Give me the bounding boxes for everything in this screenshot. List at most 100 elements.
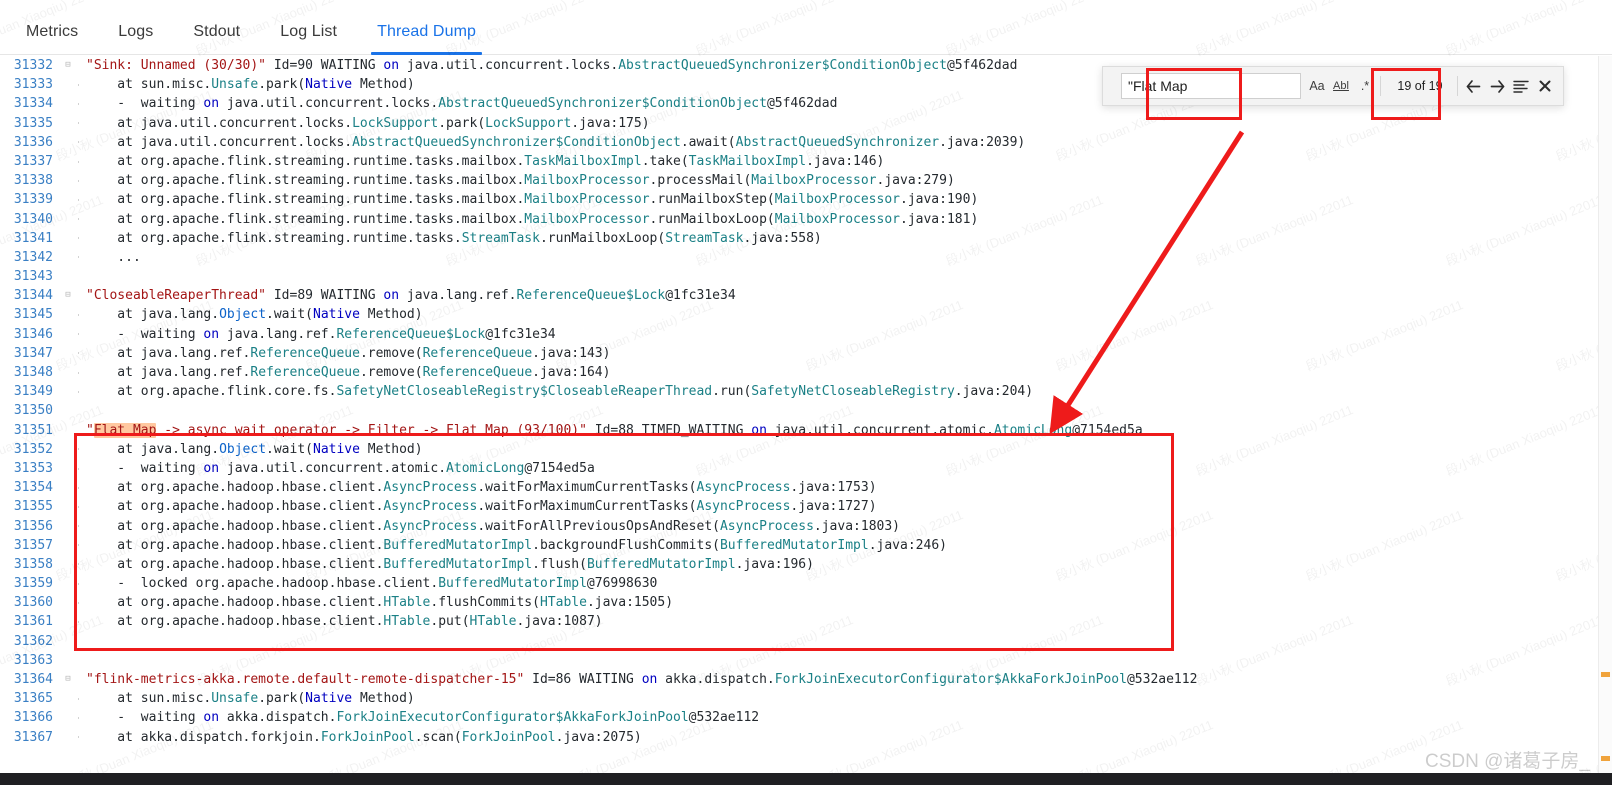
code-line[interactable]: 31355 at org.apache.hadoop.hbase.client.… bbox=[0, 497, 1608, 516]
tab-thread-dump[interactable]: Thread Dump bbox=[357, 23, 496, 55]
code-line[interactable]: 31361 at org.apache.hadoop.hbase.client.… bbox=[0, 612, 1608, 631]
code-text: "CloseableReaperThread" Id=89 WAITING on… bbox=[84, 286, 736, 305]
match-case-icon[interactable]: Aa bbox=[1305, 74, 1329, 98]
code-token: .flush( bbox=[532, 556, 587, 572]
code-line[interactable]: 31354 at org.apache.hadoop.hbase.client.… bbox=[0, 478, 1608, 497]
code-line[interactable]: 31365 at sun.misc.Unsafe.park(Native Met… bbox=[0, 689, 1608, 708]
line-number: 31333 bbox=[13, 77, 53, 93]
code-token: SafetyNetCloseableRegistry$CloseableReap… bbox=[336, 384, 713, 400]
code-line[interactable]: 31346 - waiting on java.lang.ref.Referen… bbox=[0, 325, 1608, 344]
code-token: at java.lang. bbox=[86, 307, 220, 323]
code-token: .java:181) bbox=[900, 211, 979, 227]
code-text: at java.util.concurrent.locks.LockSuppor… bbox=[84, 114, 649, 133]
code-line[interactable]: 31345 at java.lang.Object.wait(Native Me… bbox=[0, 305, 1608, 324]
find-input[interactable] bbox=[1128, 78, 1294, 94]
code-token: .java:2075) bbox=[555, 729, 642, 745]
code-token: .java:164) bbox=[532, 365, 611, 380]
line-number: 31359 bbox=[13, 576, 53, 592]
tab-log-list[interactable]: Log List bbox=[260, 23, 357, 54]
code-token: ForkJoinPool bbox=[461, 729, 556, 745]
code-line[interactable]: 31353 - waiting on java.util.concurrent.… bbox=[0, 459, 1608, 478]
code-token: LockSupport bbox=[352, 115, 439, 131]
fold-toggle-icon[interactable]: ⊟ bbox=[62, 286, 74, 305]
code-token: @1fc31e34 bbox=[485, 326, 556, 342]
code-line[interactable]: 31351 "Flat Map -> async wait operator ->… bbox=[0, 421, 1608, 440]
code-line[interactable]: 31339 at org.apache.flink.streaming.runt… bbox=[0, 190, 1608, 209]
code-text: ... bbox=[84, 248, 141, 267]
code-token: - waiting bbox=[86, 326, 204, 342]
code-line[interactable]: 31342 ... bbox=[0, 248, 1608, 267]
tab-stdout[interactable]: Stdout bbox=[173, 23, 260, 54]
code-token: TaskMailboxImpl bbox=[524, 153, 642, 169]
code-token: ... bbox=[86, 249, 141, 265]
code-line[interactable]: 31350 bbox=[0, 401, 1608, 420]
code-token: at java.lang.ref. bbox=[86, 365, 251, 380]
code-line[interactable]: 31344 ⊟ "CloseableReaperThread" Id=89 WAIT… bbox=[0, 286, 1608, 305]
code-token: BufferedMutatorImpl bbox=[719, 537, 869, 553]
code-text: at org.apache.flink.core.fs.SafetyNetClo… bbox=[84, 382, 1033, 401]
previous-match-icon[interactable] bbox=[1461, 74, 1485, 98]
code-token: .runMailboxStep( bbox=[649, 192, 775, 208]
code-token: Native bbox=[305, 77, 353, 93]
code-line[interactable]: 31348 at java.lang.ref.ReferenceQueue.re… bbox=[0, 363, 1608, 382]
code-line[interactable]: 31357 at org.apache.hadoop.hbase.client.… bbox=[0, 536, 1608, 555]
code-token: StreamTask bbox=[461, 230, 540, 246]
code-token: AsyncProcess bbox=[383, 480, 478, 496]
code-line[interactable]: 31358 at org.apache.hadoop.hbase.client.… bbox=[0, 555, 1608, 574]
find-widget[interactable]: Aa Abl .* 19 of 19 bbox=[1102, 66, 1564, 106]
code-line[interactable]: 31366 - waiting on akka.dispatch.ForkJoi… bbox=[0, 708, 1608, 727]
find-match-count: 19 of 19 bbox=[1397, 79, 1443, 93]
code-line[interactable]: 31337 at org.apache.flink.streaming.runt… bbox=[0, 152, 1608, 171]
code-token: on bbox=[203, 710, 220, 726]
code-token: at org.apache.flink.streaming.runtime.ta… bbox=[86, 192, 525, 208]
find-input-wrapper[interactable] bbox=[1121, 73, 1301, 99]
code-line[interactable]: 31364 ⊟ "flink-metrics-akka.remote.default… bbox=[0, 670, 1608, 689]
code-text: "Flat Map -> async wait operator -> Filt… bbox=[84, 421, 1143, 440]
code-line[interactable]: 31360 at org.apache.hadoop.hbase.client.… bbox=[0, 593, 1608, 612]
code-token: on bbox=[383, 288, 400, 304]
code-text: - waiting on java.util.concurrent.atomic… bbox=[84, 459, 594, 478]
code-line[interactable]: 31356 at org.apache.hadoop.hbase.client.… bbox=[0, 517, 1608, 536]
next-match-icon[interactable] bbox=[1485, 74, 1509, 98]
code-token: .remove( bbox=[359, 365, 423, 380]
code-token: -> async wait operator -> Filter -> Flat… bbox=[156, 422, 587, 438]
code-token: BufferedMutatorImpl bbox=[586, 556, 736, 572]
thread-dump-code-pane[interactable]: 31332 ⊟ "Sink: Unnamed (30/30)" Id=90 WAIT… bbox=[0, 56, 1608, 785]
code-line[interactable]: 31367 at akka.dispatch.forkjoin.ForkJoin… bbox=[0, 728, 1608, 747]
code-line[interactable]: 31340 at org.apache.flink.streaming.runt… bbox=[0, 210, 1608, 229]
code-token: at org.apache.flink.streaming.runtime.ta… bbox=[86, 211, 525, 227]
code-line[interactable]: 31338 at org.apache.flink.streaming.runt… bbox=[0, 171, 1608, 190]
code-token: at akka.dispatch.forkjoin. bbox=[86, 729, 321, 745]
tab-logs[interactable]: Logs bbox=[98, 23, 173, 54]
find-in-selection-icon[interactable] bbox=[1509, 74, 1533, 98]
tab-metrics[interactable]: Metrics bbox=[6, 23, 98, 54]
code-token: @76998630 bbox=[586, 576, 658, 592]
code-line[interactable]: 31335 at java.util.concurrent.locks.Lock… bbox=[0, 114, 1608, 133]
code-token: Object bbox=[219, 307, 267, 323]
code-token: .java:146) bbox=[806, 153, 885, 169]
code-line[interactable]: 31359 - locked org.apache.hadoop.hbase.c… bbox=[0, 574, 1608, 593]
code-token: on bbox=[203, 326, 220, 342]
code-line[interactable]: 31336 at java.util.concurrent.locks.Abst… bbox=[0, 133, 1608, 152]
code-line[interactable]: 31352 at java.lang.Object.wait(Native Me… bbox=[0, 440, 1608, 459]
match-whole-word-icon[interactable]: Abl bbox=[1329, 74, 1353, 98]
code-line[interactable]: 31343 bbox=[0, 267, 1608, 286]
code-token: at org.apache.flink.streaming.runtime.ta… bbox=[86, 153, 525, 169]
code-token: .java:1087) bbox=[516, 614, 603, 630]
code-line[interactable]: 31363 bbox=[0, 651, 1608, 670]
code-line[interactable]: 31349 at org.apache.flink.core.fs.Safety… bbox=[0, 382, 1608, 401]
code-token: ReferenceQueue bbox=[422, 345, 533, 361]
fold-toggle-icon[interactable]: ⊟ bbox=[62, 670, 74, 689]
code-text: at sun.misc.Unsafe.park(Native Method) bbox=[84, 75, 414, 94]
vertical-scrollbar[interactable] bbox=[1598, 56, 1612, 785]
code-token: Native bbox=[313, 307, 360, 323]
tab-bar: Metrics Logs Stdout Log List Thread Dump bbox=[0, 0, 1612, 55]
code-token: HTable bbox=[539, 595, 587, 611]
fold-toggle-icon[interactable]: ⊟ bbox=[62, 56, 74, 75]
code-token: at org.apache.flink.streaming.runtime.ta… bbox=[86, 230, 462, 246]
code-line[interactable]: 31347 at java.lang.ref.ReferenceQueue.re… bbox=[0, 344, 1608, 363]
close-icon[interactable] bbox=[1533, 74, 1557, 98]
code-line[interactable]: 31362 bbox=[0, 632, 1608, 651]
code-line[interactable]: 31341 at org.apache.flink.streaming.runt… bbox=[0, 229, 1608, 248]
use-regex-icon[interactable]: .* bbox=[1353, 74, 1377, 98]
